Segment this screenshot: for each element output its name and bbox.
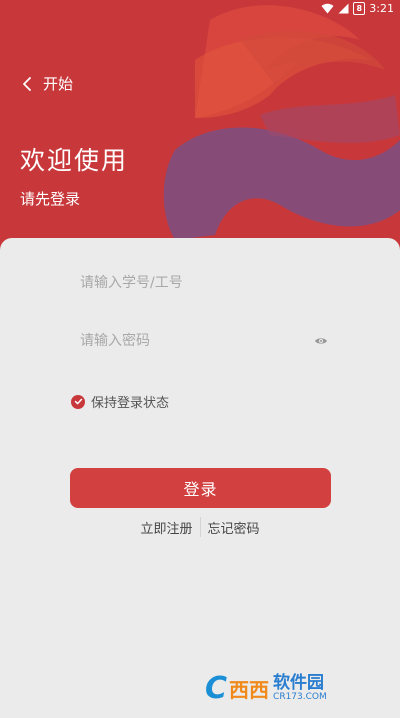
username-field [70,265,332,301]
status-time: 3:21 [369,1,394,15]
back-button[interactable]: 开始 [22,73,73,94]
chevron-left-icon [23,76,31,91]
wifi-icon [321,3,334,13]
login-button[interactable]: 登录 [70,468,331,508]
page-subtitle: 请先登录 [20,190,81,208]
watermark-name: 软件园 [273,673,325,693]
eye-icon[interactable] [314,334,328,348]
watermark-c-icon: C [205,670,228,706]
watermark-logo: C 西西 软件园 CR173.COM [205,668,385,708]
username-input[interactable] [70,265,332,301]
register-link[interactable]: 立即注册 [133,518,199,537]
remember-label: 保持登录状态 [91,396,170,411]
back-label: 开始 [43,75,74,93]
watermark-mark: 西西 [229,677,270,702]
password-field [70,323,332,359]
signal-icon [338,3,349,13]
password-input[interactable] [70,323,332,359]
header-banner: 8 3:21 开始 欢迎使用 请先登录 [0,0,400,260]
status-bar: 8 3:21 [0,0,400,16]
checkmark-icon [71,394,85,409]
forgot-password-link[interactable]: 忘记密码 [201,518,267,537]
battery-icon: 8 [353,1,366,15]
decorative-swoosh-graphic [163,5,400,240]
remember-login-checkbox[interactable]: 保持登录状态 [71,392,169,411]
page-title: 欢迎使用 [20,146,129,175]
auth-links: 立即注册 忘记密码 [0,517,400,537]
watermark-url: CR173.COM [273,692,327,702]
